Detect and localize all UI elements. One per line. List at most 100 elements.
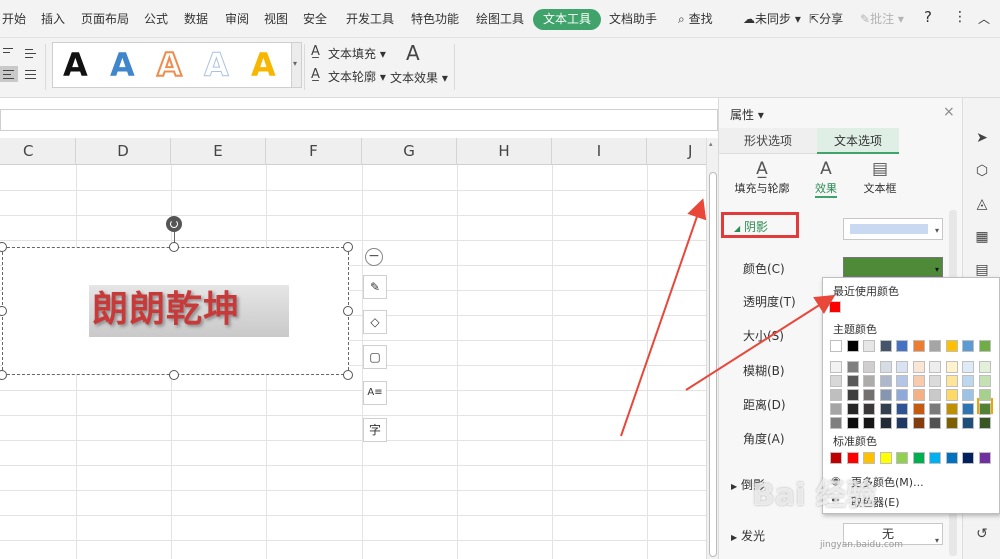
wordart-style-3[interactable]: A	[156, 46, 183, 84]
standard-color-swatch[interactable]	[879, 452, 892, 464]
cursor-icon[interactable]: ➤	[974, 130, 990, 146]
align-left-icon[interactable]	[0, 44, 18, 60]
border-icon[interactable]: ▢	[363, 345, 387, 369]
pen-icon[interactable]: ✎	[363, 275, 387, 299]
theme-shade-swatch[interactable]	[912, 375, 925, 387]
wordart-text[interactable]: 朗朗乾坤	[89, 285, 289, 337]
rotate-handle-icon[interactable]	[166, 216, 182, 232]
menu-page-layout[interactable]: 页面布局	[81, 10, 129, 27]
theme-shade-swatch[interactable]	[945, 389, 958, 401]
theme-shade-swatch[interactable]	[929, 403, 941, 415]
formula-bar-input[interactable]	[0, 109, 718, 131]
theme-color-swatch[interactable]	[978, 340, 991, 352]
wordart-style-5[interactable]: A	[251, 47, 276, 83]
search-button[interactable]: ⌕ 查找	[678, 10, 713, 27]
more-icon[interactable]: ⋮	[953, 9, 967, 25]
theme-shade-swatch[interactable]	[846, 389, 859, 401]
theme-shade-swatch[interactable]	[863, 375, 875, 387]
resize-handle[interactable]	[169, 370, 179, 380]
align-top-icon[interactable]	[22, 44, 40, 60]
theme-shade-swatch[interactable]	[978, 417, 991, 429]
resize-handle[interactable]	[169, 242, 179, 252]
shapes-icon[interactable]: ⬡	[974, 163, 990, 179]
standard-color-swatch[interactable]	[978, 452, 991, 464]
theme-shade-swatch[interactable]	[912, 389, 925, 401]
menu-doc-assistant[interactable]: 文档助手	[609, 10, 657, 27]
theme-shade-swatch[interactable]	[863, 417, 875, 429]
theme-shade-swatch[interactable]	[929, 417, 941, 429]
tab-shape-options[interactable]: 形状选项	[719, 128, 817, 154]
theme-shade-swatch[interactable]	[896, 417, 908, 429]
theme-color-swatch[interactable]	[945, 340, 958, 352]
menu-text-tools[interactable]: 文本工具	[533, 9, 602, 30]
theme-shade-swatch[interactable]	[896, 375, 908, 387]
theme-shade-swatch[interactable]	[830, 403, 842, 415]
recent-color-swatch[interactable]	[829, 301, 841, 313]
history-icon[interactable]: ↺	[974, 526, 990, 542]
theme-color-swatch[interactable]	[962, 340, 974, 352]
standard-color-swatch[interactable]	[912, 452, 925, 464]
theme-shade-swatch[interactable]	[978, 403, 991, 415]
theme-shade-swatch[interactable]	[846, 375, 859, 387]
theme-shade-swatch[interactable]	[962, 361, 974, 373]
theme-shade-swatch[interactable]	[978, 361, 991, 373]
theme-shade-swatch[interactable]	[945, 403, 958, 415]
column-header-d[interactable]: D	[76, 138, 171, 165]
wordart-style-2[interactable]: A	[110, 47, 135, 83]
spreadsheet-grid[interactable]: CDEFGHIJ 朗朗乾坤 − ✎ ◇ ▢ A≡ 字	[0, 138, 706, 559]
sync-button[interactable]: ☁未同步 ▾	[743, 10, 801, 27]
align-justify-icon[interactable]	[22, 66, 40, 82]
column-header-c[interactable]: C	[0, 138, 76, 165]
shadow-preset-dropdown[interactable]: ▾	[843, 218, 943, 240]
theme-shade-swatch[interactable]	[912, 361, 925, 373]
subtab-fill-outline[interactable]: A̲ 填充与轮廓	[730, 158, 794, 196]
standard-color-swatch[interactable]	[945, 452, 958, 464]
wordart-style-4[interactable]: A	[204, 47, 230, 84]
close-icon[interactable]: ×	[943, 104, 955, 120]
theme-shade-swatch[interactable]	[929, 389, 941, 401]
help-icon[interactable]: ?	[924, 8, 932, 26]
vertical-scroll-thumb[interactable]	[709, 172, 717, 557]
theme-shade-swatch[interactable]	[962, 389, 974, 401]
theme-shade-swatch[interactable]	[846, 361, 859, 373]
properties-title[interactable]: 属性 ▾	[730, 106, 764, 123]
theme-shade-swatch[interactable]	[896, 403, 908, 415]
char-icon[interactable]: 字	[363, 418, 387, 442]
column-header-g[interactable]: G	[362, 138, 457, 165]
menu-security[interactable]: 安全	[303, 10, 327, 27]
theme-shade-swatch[interactable]	[962, 403, 974, 415]
float-tools-collapse-icon[interactable]: −	[365, 248, 383, 266]
menu-developer[interactable]: 开发工具	[346, 10, 394, 27]
theme-shade-swatch[interactable]	[879, 375, 892, 387]
menu-drawing-tools[interactable]: 绘图工具	[476, 10, 524, 27]
theme-shade-swatch[interactable]	[830, 417, 842, 429]
theme-shade-swatch[interactable]	[929, 375, 941, 387]
menu-review[interactable]: 审阅	[225, 10, 249, 27]
share-button[interactable]: ⇱分享	[809, 10, 843, 27]
column-header-j[interactable]: J	[647, 138, 706, 165]
theme-color-swatch[interactable]	[830, 340, 842, 352]
theme-color-swatch[interactable]	[912, 340, 925, 352]
scroll-up-icon[interactable]: ▴	[709, 140, 713, 148]
glow-section-header[interactable]: ▶ 发光	[731, 527, 765, 544]
text-outline-button[interactable]: 文本轮廓 ▾	[328, 68, 386, 85]
theme-shade-swatch[interactable]	[962, 375, 974, 387]
resize-handle[interactable]	[343, 370, 353, 380]
theme-shade-swatch[interactable]	[830, 375, 842, 387]
column-header-f[interactable]: F	[266, 138, 362, 165]
text-fill-button[interactable]: 文本填充 ▾	[328, 45, 386, 62]
theme-shade-swatch[interactable]	[863, 389, 875, 401]
resize-handle[interactable]	[343, 242, 353, 252]
theme-shade-swatch[interactable]	[846, 417, 859, 429]
comment-button[interactable]: ✎批注 ▾	[860, 10, 904, 27]
standard-color-swatch[interactable]	[929, 452, 941, 464]
fill-bucket-icon[interactable]: ◬	[974, 196, 990, 212]
theme-shade-swatch[interactable]	[912, 403, 925, 415]
theme-shade-swatch[interactable]	[945, 375, 958, 387]
theme-shade-swatch[interactable]	[945, 417, 958, 429]
fill-icon[interactable]: ◇	[363, 310, 387, 334]
collapse-ribbon-icon[interactable]: ︿	[978, 10, 990, 27]
shadow-color-button[interactable]: ▾	[843, 257, 943, 277]
theme-shade-swatch[interactable]	[863, 403, 875, 415]
standard-color-swatch[interactable]	[830, 452, 842, 464]
